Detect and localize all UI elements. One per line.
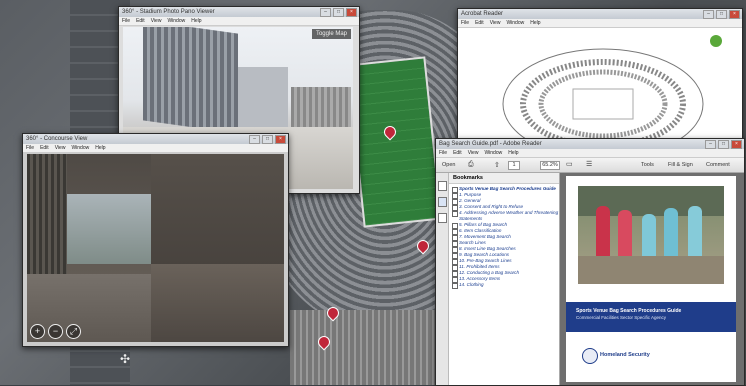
- north-arrow-icon: ✣: [119, 352, 131, 366]
- zoom-in-button[interactable]: +: [30, 324, 45, 339]
- menu-file[interactable]: File: [439, 150, 447, 156]
- menu-edit[interactable]: Edit: [136, 18, 145, 24]
- tools-button[interactable]: Tools: [641, 162, 654, 168]
- menu-window[interactable]: Window: [506, 20, 524, 26]
- bookmark-item[interactable]: 4. Addressing Adverse Weather and Threat…: [449, 210, 559, 222]
- page-thumbnails-icon[interactable]: [438, 181, 447, 191]
- pdf-page[interactable]: Sports Venue Bag Search Procedures Guide…: [566, 176, 736, 382]
- maximize-button[interactable]: □: [716, 10, 727, 19]
- menu-help[interactable]: Help: [508, 150, 518, 156]
- acrobat-back-window[interactable]: Acrobat Reader – □ × File Edit View Window Hel…: [457, 8, 743, 140]
- football-field: [346, 56, 443, 228]
- menu-bar: File Edit View Window Help: [23, 144, 288, 153]
- maximize-button[interactable]: □: [718, 140, 729, 149]
- zoom-field[interactable]: 65.2%: [540, 161, 560, 170]
- minimize-button[interactable]: –: [703, 10, 714, 19]
- menu-bar: File Edit View Window Help: [458, 19, 742, 28]
- title-band: Sports Venue Bag Search Procedures Guide…: [566, 302, 736, 332]
- document-subtitle: Commercial Facilities Sector Specific Ag…: [576, 315, 667, 320]
- building: [143, 27, 238, 134]
- menu-bar: File Edit View Window Help: [119, 17, 359, 26]
- menu-file[interactable]: File: [122, 18, 130, 24]
- page-number-field[interactable]: 1: [508, 161, 520, 170]
- menu-view[interactable]: View: [151, 18, 162, 24]
- pano-view-right: [151, 154, 284, 342]
- title-bar[interactable]: Bag Search Guide.pdf - Adobe Reader – □ ×: [436, 139, 744, 149]
- close-button[interactable]: ×: [731, 140, 742, 149]
- dhs-seal-icon: [582, 348, 598, 364]
- window-title: 360° - Stadium Photo Pano Viewer: [122, 9, 215, 15]
- page-up-icon[interactable]: ⇧: [494, 161, 500, 169]
- agency-name: Homeland Security: [600, 352, 650, 358]
- menu-edit[interactable]: Edit: [40, 145, 49, 151]
- green-badge-icon: [710, 35, 722, 47]
- title-bar[interactable]: 360° - Concourse View – □ ×: [23, 134, 288, 144]
- maximize-button[interactable]: □: [333, 8, 344, 17]
- toggle-map-button[interactable]: Toggle Map: [311, 29, 351, 39]
- menu-window[interactable]: Window: [167, 18, 185, 24]
- fullscreen-button[interactable]: ⤢: [66, 324, 81, 339]
- bookmarks-list: Sports Venue Bag Search Procedures Guide…: [449, 184, 559, 289]
- menu-help[interactable]: Help: [530, 20, 540, 26]
- building: [238, 67, 288, 127]
- window-title: 360° - Concourse View: [26, 136, 88, 142]
- minimize-button[interactable]: –: [320, 8, 331, 17]
- close-button[interactable]: ×: [729, 10, 740, 19]
- nav-pane-icons: [436, 173, 449, 385]
- toolbar: Open ⎙ ⇧ 1 65.2% ▭ ☰ Tools Fill & Sign C…: [436, 158, 744, 173]
- title-bar[interactable]: 360° - Stadium Photo Pano Viewer – □ ×: [119, 7, 359, 17]
- title-bar[interactable]: Acrobat Reader – □ ×: [458, 9, 742, 19]
- pano-view[interactable]: + − ⤢: [27, 154, 151, 342]
- print-icon[interactable]: ⎙: [468, 161, 474, 169]
- menu-view[interactable]: View: [55, 145, 66, 151]
- menu-help[interactable]: Help: [95, 145, 105, 151]
- document-area: Sports Venue Bag Search Procedures Guide…: [560, 173, 744, 385]
- menu-view[interactable]: View: [490, 20, 501, 26]
- zoom-out-button[interactable]: −: [48, 324, 63, 339]
- menu-bar: File Edit View Window Help: [436, 149, 744, 158]
- bookmarks-panel: Bookmarks Sports Venue Bag Search Proced…: [449, 173, 560, 385]
- bookmark-item[interactable]: 14. Clothing: [449, 282, 559, 289]
- menu-window[interactable]: Window: [484, 150, 502, 156]
- menu-window[interactable]: Window: [71, 145, 89, 151]
- minimize-button[interactable]: –: [705, 140, 716, 149]
- cover-photo: [578, 186, 724, 284]
- window-title: Bag Search Guide.pdf - Adobe Reader: [439, 141, 542, 147]
- menu-file[interactable]: File: [461, 20, 469, 26]
- fit-page-icon[interactable]: ▭: [566, 160, 573, 168]
- bookmark-icon[interactable]: [438, 197, 447, 207]
- comment-button[interactable]: Comment: [706, 162, 730, 168]
- stadium-facade: [291, 87, 351, 127]
- bookmarks-header: Bookmarks: [449, 173, 559, 184]
- menu-edit[interactable]: Edit: [453, 150, 462, 156]
- acrobat-front-window[interactable]: Bag Search Guide.pdf - Adobe Reader – □ × …: [435, 138, 745, 386]
- parking-lot: [290, 310, 440, 385]
- read-mode-icon[interactable]: ☰: [586, 160, 592, 168]
- fill-sign-button[interactable]: Fill & Sign: [668, 162, 693, 168]
- maximize-button[interactable]: □: [262, 135, 273, 144]
- stadium-seating-diagram: [493, 34, 713, 139]
- menu-edit[interactable]: Edit: [475, 20, 484, 26]
- open-button[interactable]: Open: [442, 162, 455, 168]
- minimize-button[interactable]: –: [249, 135, 260, 144]
- close-button[interactable]: ×: [346, 8, 357, 17]
- menu-help[interactable]: Help: [191, 18, 201, 24]
- window-glass: [67, 194, 151, 264]
- close-button[interactable]: ×: [275, 135, 286, 144]
- document-title: Sports Venue Bag Search Procedures Guide: [576, 308, 682, 314]
- menu-file[interactable]: File: [26, 145, 34, 151]
- menu-view[interactable]: View: [468, 150, 479, 156]
- pano-front-window[interactable]: 360° - Concourse View – □ × File Edit View Wi…: [22, 133, 289, 347]
- window-title: Acrobat Reader: [461, 11, 504, 17]
- attachment-icon[interactable]: [438, 213, 447, 223]
